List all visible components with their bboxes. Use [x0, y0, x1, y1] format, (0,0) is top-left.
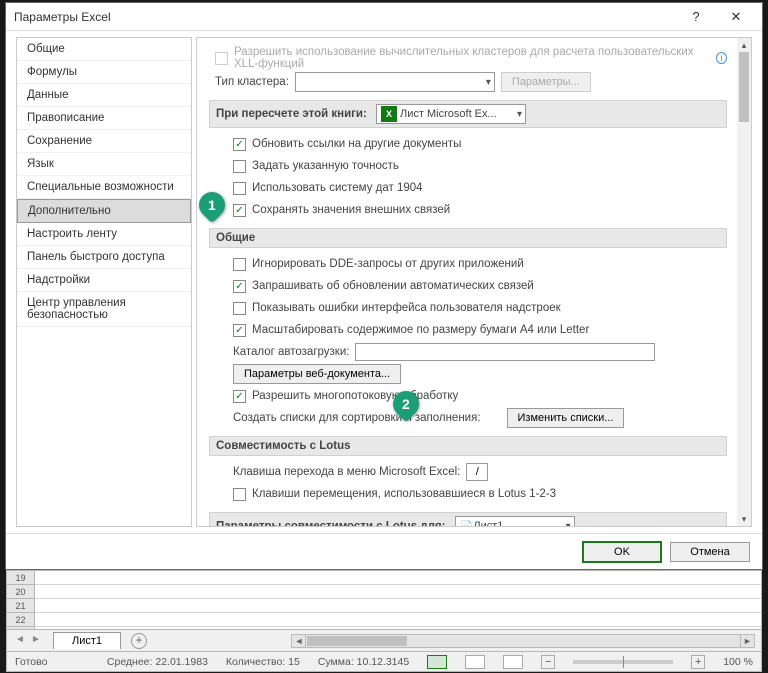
- cluster-type-dropdown[interactable]: [295, 72, 495, 92]
- custom-lists-label: Создать списки для сортировки и заполнен…: [233, 412, 481, 424]
- status-bar: Готово Среднее: 22.01.1983 Количество: 1…: [6, 652, 762, 672]
- sidebar-item-qat[interactable]: Панель быстрого доступа: [17, 246, 191, 269]
- tab-nav-next-icon[interactable]: ►: [29, 634, 43, 648]
- titlebar: Параметры Excel ? ✕: [6, 3, 762, 31]
- status-count: Количество: 15: [226, 656, 300, 668]
- close-button[interactable]: ✕: [718, 5, 754, 29]
- zoom-slider[interactable]: [573, 660, 673, 664]
- sidebar-item-ribbon[interactable]: Настроить ленту: [17, 223, 191, 246]
- scroll-up-icon[interactable]: ▴: [737, 38, 751, 52]
- info-icon[interactable]: i: [716, 52, 727, 64]
- grid-cells[interactable]: [35, 571, 761, 629]
- row-header[interactable]: 19: [7, 571, 34, 585]
- lotus-section: Совместимость с Lotus: [209, 436, 727, 456]
- row-headers: 19 20 21 22 23: [7, 571, 35, 629]
- category-sidebar: Общие Формулы Данные Правописание Сохран…: [16, 37, 192, 527]
- autoload-label: Каталог автозагрузки:: [233, 346, 349, 358]
- sidebar-item-language[interactable]: Язык: [17, 153, 191, 176]
- row-header[interactable]: 21: [7, 599, 34, 613]
- content-scrollbar[interactable]: ▴ ▾: [737, 38, 751, 526]
- sidebar-item-advanced[interactable]: Дополнительно: [17, 199, 191, 223]
- date1904-checkbox[interactable]: [233, 182, 246, 195]
- help-button[interactable]: ?: [678, 5, 714, 29]
- cluster-params-button: Параметры...: [501, 72, 591, 92]
- precision-checkbox[interactable]: [233, 160, 246, 173]
- view-page-break-icon[interactable]: [503, 655, 523, 669]
- sidebar-item-general[interactable]: Общие: [17, 38, 191, 61]
- horizontal-scrollbar[interactable]: ◄ ►: [291, 634, 755, 648]
- sidebar-item-formulas[interactable]: Формулы: [17, 61, 191, 84]
- ok-button[interactable]: OK: [582, 541, 662, 563]
- add-sheet-button[interactable]: +: [131, 633, 147, 649]
- sidebar-item-trust-center[interactable]: Центр управления безопасностью: [17, 292, 191, 327]
- ask-update-links-checkbox[interactable]: ✓: [233, 280, 246, 293]
- row-header[interactable]: 22: [7, 613, 34, 627]
- lotus-params-section: Параметры совместимости с Lotus для: 📄 Л…: [209, 512, 727, 527]
- spreadsheet-grid[interactable]: 19 20 21 22 23: [6, 570, 762, 630]
- cluster-type-label: Тип кластера:: [215, 76, 289, 88]
- scale-paper-checkbox[interactable]: ✓: [233, 324, 246, 337]
- recalc-book-dropdown[interactable]: XЛист Microsoft Ex...: [376, 104, 526, 124]
- sidebar-item-data[interactable]: Данные: [17, 84, 191, 107]
- zoom-level[interactable]: 100 %: [723, 656, 753, 668]
- sheet-tab[interactable]: Лист1: [53, 632, 121, 649]
- save-external-checkbox[interactable]: ✓: [233, 204, 246, 217]
- zoom-out-button[interactable]: −: [541, 655, 555, 669]
- edit-custom-lists-button[interactable]: Изменить списки...: [507, 408, 625, 428]
- dialog-footer: OK Отмена: [6, 533, 762, 569]
- general-section: Общие: [209, 228, 727, 248]
- web-doc-params-button[interactable]: Параметры веб-документа...: [233, 364, 401, 384]
- dialog-title: Параметры Excel: [14, 10, 678, 24]
- sidebar-item-save[interactable]: Сохранение: [17, 130, 191, 153]
- tab-nav-prev-icon[interactable]: ◄: [13, 634, 27, 648]
- xll-clusters-checkbox: [215, 52, 228, 65]
- lotus-sheet-dropdown[interactable]: 📄 Лист1: [455, 516, 575, 527]
- recalc-section: При пересчете этой книги: XЛист Microsof…: [209, 100, 727, 128]
- sidebar-item-accessibility[interactable]: Специальные возможности: [17, 176, 191, 199]
- scroll-down-icon[interactable]: ▾: [737, 512, 751, 526]
- ignore-dde-checkbox[interactable]: [233, 258, 246, 271]
- sidebar-item-addins[interactable]: Надстройки: [17, 269, 191, 292]
- lotus-key-input[interactable]: [466, 463, 488, 481]
- autoload-input[interactable]: [355, 343, 655, 361]
- multithread-checkbox[interactable]: ✓: [233, 390, 246, 403]
- zoom-in-button[interactable]: +: [691, 655, 705, 669]
- show-addin-errors-checkbox[interactable]: [233, 302, 246, 315]
- sheet-tabs-bar: ◄ ► Лист1 + ◄ ►: [6, 630, 762, 652]
- status-ready: Готово: [15, 656, 47, 668]
- cancel-button[interactable]: Отмена: [670, 542, 750, 562]
- options-content: Разрешить использование вычислительных к…: [196, 37, 752, 527]
- excel-icon: X: [381, 106, 397, 122]
- xll-clusters-label: Разрешить использование вычислительных к…: [234, 46, 710, 70]
- hscroll-thumb[interactable]: [307, 636, 407, 646]
- sidebar-item-proofing[interactable]: Правописание: [17, 107, 191, 130]
- hscroll-left-icon[interactable]: ◄: [292, 635, 306, 647]
- status-avg: Среднее: 22.01.1983: [107, 656, 208, 668]
- status-sum: Сумма: 10.12.3145: [318, 656, 409, 668]
- update-links-checkbox[interactable]: ✓: [233, 138, 246, 151]
- scroll-thumb[interactable]: [739, 52, 749, 122]
- view-normal-icon[interactable]: [427, 655, 447, 669]
- hscroll-right-icon[interactable]: ►: [740, 635, 754, 647]
- lotus-key-label: Клавиша перехода в меню Microsoft Excel:: [233, 466, 460, 478]
- view-page-layout-icon[interactable]: [465, 655, 485, 669]
- lotus-nav-checkbox[interactable]: [233, 488, 246, 501]
- row-header[interactable]: 20: [7, 585, 34, 599]
- excel-options-dialog: Параметры Excel ? ✕ Общие Формулы Данные…: [5, 2, 763, 570]
